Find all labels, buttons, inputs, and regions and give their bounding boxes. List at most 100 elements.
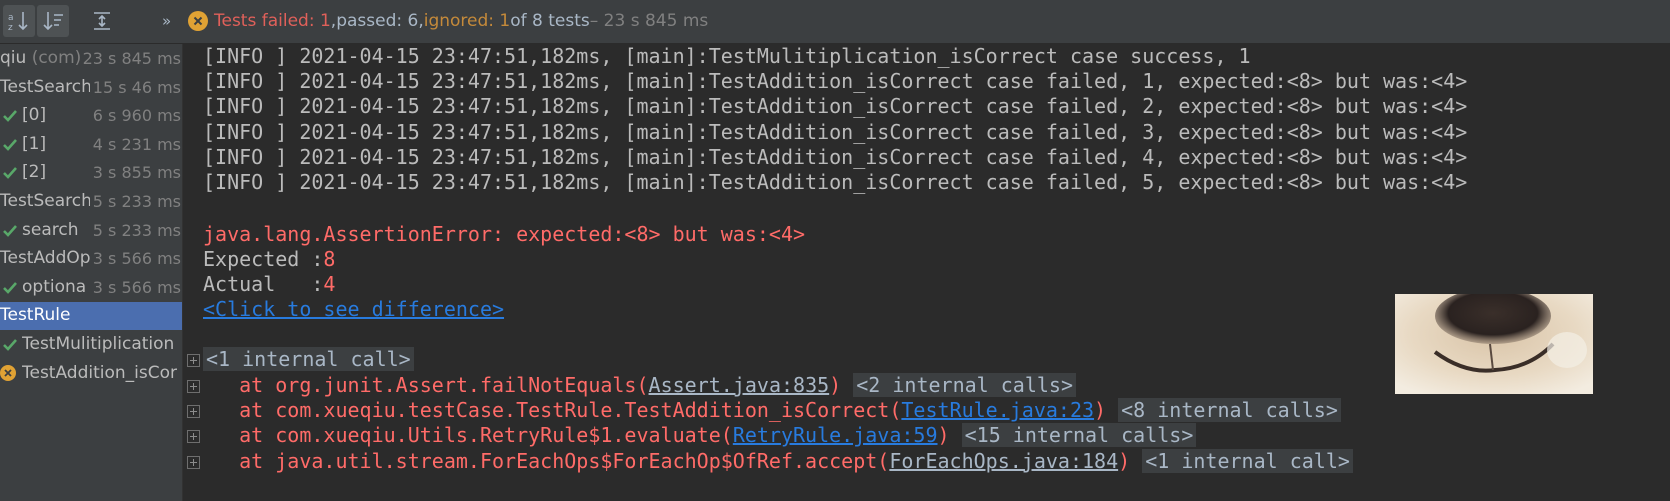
tree-row-label: search bbox=[22, 219, 79, 240]
expand-all-icon bbox=[94, 12, 110, 30]
tree-row-label: [1] bbox=[22, 133, 47, 154]
expand-fold-icon[interactable] bbox=[187, 455, 200, 469]
svg-text:z: z bbox=[8, 23, 13, 33]
tree-row-duration: 3 s 855 ms bbox=[89, 163, 181, 183]
click-to-see-difference-link[interactable]: <Click to see difference> bbox=[203, 297, 504, 321]
tree-row[interactable]: [0] 6 s 960 ms bbox=[0, 102, 182, 130]
internal-calls-fold[interactable]: <1 internal call> bbox=[1142, 448, 1353, 473]
source-link[interactable]: Assert.java:835 bbox=[649, 373, 830, 397]
tree-row[interactable]: TestSearch 5 s 233 ms bbox=[0, 188, 182, 216]
source-link[interactable]: TestRule.java:23 bbox=[901, 398, 1094, 422]
total-duration: – 23 s 845 ms bbox=[589, 11, 709, 31]
tree-row-label: TestSearch bbox=[0, 76, 92, 97]
stack-frame: at com.xueqiu.Utils.RetryRule$1.evaluate… bbox=[203, 423, 1197, 448]
sort-duration-button[interactable] bbox=[37, 5, 69, 37]
tree-row-label: qiu (com) bbox=[0, 48, 82, 68]
tree-row-label: optiona bbox=[22, 276, 87, 297]
tree-row-label: TestMulitiplication bbox=[22, 334, 175, 354]
tree-row[interactable]: search 5 s 233 ms bbox=[0, 217, 182, 245]
tree-row-duration: 5 s 233 ms bbox=[89, 220, 181, 240]
stack-frame-close: ) bbox=[829, 373, 842, 397]
stack-frame-close: ) bbox=[1118, 448, 1131, 473]
stack-frame-close: ) bbox=[1094, 398, 1107, 423]
tree-row-label: TestAddition_isCor bbox=[22, 362, 178, 383]
tree-row[interactable]: TestSearch 15 s 46 ms bbox=[0, 74, 182, 102]
log-line: [INFO ] 2021-04-15 23:47:51,182ms, [main… bbox=[203, 119, 1468, 144]
log-line: [INFO ] 2021-04-15 23:47:51,182ms, [main… bbox=[203, 144, 1468, 169]
expand-fold-icon[interactable] bbox=[187, 405, 200, 419]
actual-value: 4 bbox=[323, 272, 336, 296]
assertion-error: java.lang.AssertionError: expected:<8> b… bbox=[203, 222, 806, 246]
tree-row-package: (com) bbox=[26, 48, 82, 68]
tree-row-duration: 5 s 233 ms bbox=[89, 192, 181, 211]
stack-frame: at com.xueqiu.testCase.TestRule.TestAddi… bbox=[203, 398, 1341, 423]
expected-value: 8 bbox=[323, 247, 336, 271]
check-icon bbox=[3, 167, 17, 180]
stack-frame-method: at org.junit.Assert.failNotEquals( bbox=[203, 373, 649, 397]
tree-row-label: [2] bbox=[22, 162, 47, 183]
expand-all-button[interactable] bbox=[86, 5, 118, 37]
sort-alpha-icon: a z bbox=[8, 12, 28, 33]
tree-row[interactable]: TestAddition_isCor bbox=[0, 360, 182, 388]
expand-fold-icon[interactable] bbox=[187, 354, 200, 367]
sort-alpha-button[interactable]: a z bbox=[3, 5, 35, 37]
check-icon bbox=[3, 281, 17, 294]
check-icon bbox=[3, 110, 17, 123]
tree-row-duration: 4 s 231 ms bbox=[89, 134, 181, 154]
fail-icon bbox=[188, 11, 208, 31]
test-runner-toolbar: a z » Tests failed: 1, passed: 6, ignore… bbox=[0, 0, 1670, 44]
stack-frame-close: ) bbox=[937, 423, 950, 448]
actual-line: Actual :4 bbox=[203, 272, 335, 296]
internal-calls-fold[interactable]: <8 internal calls> bbox=[1118, 398, 1341, 423]
stack-frame: at java.util.stream.ForEachOps$ForEachOp… bbox=[203, 448, 1353, 473]
internal-call-label: <1 internal call> bbox=[203, 347, 414, 371]
tree-row-duration: 23 s 845 ms bbox=[79, 49, 181, 68]
test-tree: qiu (com) 23 s 845 ms TestSearch 15 s 46 ms… bbox=[0, 44, 183, 501]
actual-label: Actual : bbox=[203, 272, 324, 296]
tree-row[interactable]: [2] 3 s 855 ms bbox=[0, 159, 182, 187]
console-output: [INFO ] 2021-04-15 23:47:51,182ms, [main… bbox=[183, 44, 1670, 501]
internal-calls-fold[interactable]: <2 internal calls> bbox=[853, 373, 1076, 397]
expand-fold-icon[interactable] bbox=[187, 380, 200, 393]
stack-frame-method: at com.xueqiu.testCase.TestRule.TestAddi… bbox=[203, 398, 902, 423]
log-line: [INFO ] 2021-04-15 23:47:51,182ms, [main… bbox=[203, 44, 1251, 68]
tree-row-label: TestSearch bbox=[0, 191, 92, 211]
expected-line: Expected :8 bbox=[203, 247, 335, 271]
stack-frame: at org.junit.Assert.failNotEquals(Assert… bbox=[203, 373, 1076, 397]
stack-frame-method: at com.xueqiu.Utils.RetryRule$1.evaluate… bbox=[203, 423, 733, 448]
log-line: [INFO ] 2021-04-15 23:47:51,182ms, [main… bbox=[203, 170, 1468, 194]
sort-duration-icon bbox=[43, 12, 63, 31]
source-link[interactable]: RetryRule.java:59 bbox=[733, 423, 938, 447]
tree-row[interactable]: optiona 3 s 566 ms bbox=[0, 274, 182, 302]
svg-text:a: a bbox=[8, 13, 14, 23]
tree-row-duration: 6 s 960 ms bbox=[89, 106, 181, 126]
check-icon bbox=[3, 339, 17, 351]
more-actions-button[interactable]: » bbox=[162, 12, 171, 30]
total-count: of 8 tests bbox=[510, 11, 590, 31]
internal-call-fold[interactable]: <1 internal call> bbox=[203, 347, 414, 371]
passed-count: passed: 6 bbox=[336, 11, 419, 31]
tree-row-duration: 15 s 46 ms bbox=[89, 77, 181, 97]
fail-icon bbox=[0, 364, 16, 381]
failed-count: Tests failed: 1 bbox=[214, 11, 331, 31]
check-icon bbox=[3, 138, 17, 151]
tree-row[interactable]: TestMulitiplication bbox=[0, 331, 182, 359]
test-status-summary: Tests failed: 1, passed: 6, ignored: 1 o… bbox=[188, 11, 708, 31]
tree-row[interactable]: qiu (com) 23 s 845 ms bbox=[0, 45, 182, 73]
tree-row[interactable]: TestRule bbox=[0, 302, 182, 331]
source-link[interactable]: ForEachOps.java:184 bbox=[889, 449, 1118, 473]
tree-row-label: TestAddOp bbox=[0, 248, 91, 269]
log-line: [INFO ] 2021-04-15 23:47:51,182ms, [main… bbox=[203, 94, 1468, 119]
tree-row-duration: 3 s 566 ms bbox=[89, 249, 181, 269]
tree-row[interactable]: [1] 4 s 231 ms bbox=[0, 131, 182, 159]
tree-row-duration: 3 s 566 ms bbox=[89, 277, 181, 297]
ignored-count: ignored: 1 bbox=[423, 11, 511, 31]
tree-row[interactable]: TestAddOp 3 s 566 ms bbox=[0, 245, 182, 273]
tree-row-label: [0] bbox=[22, 105, 47, 126]
dog-face-image bbox=[1395, 294, 1593, 394]
log-line: [INFO ] 2021-04-15 23:47:51,182ms, [main… bbox=[203, 69, 1468, 94]
internal-calls-fold[interactable]: <15 internal calls> bbox=[961, 423, 1197, 448]
expected-label: Expected : bbox=[203, 247, 324, 271]
expand-fold-icon[interactable] bbox=[187, 430, 200, 444]
tree-row-label: TestRule bbox=[0, 305, 71, 326]
